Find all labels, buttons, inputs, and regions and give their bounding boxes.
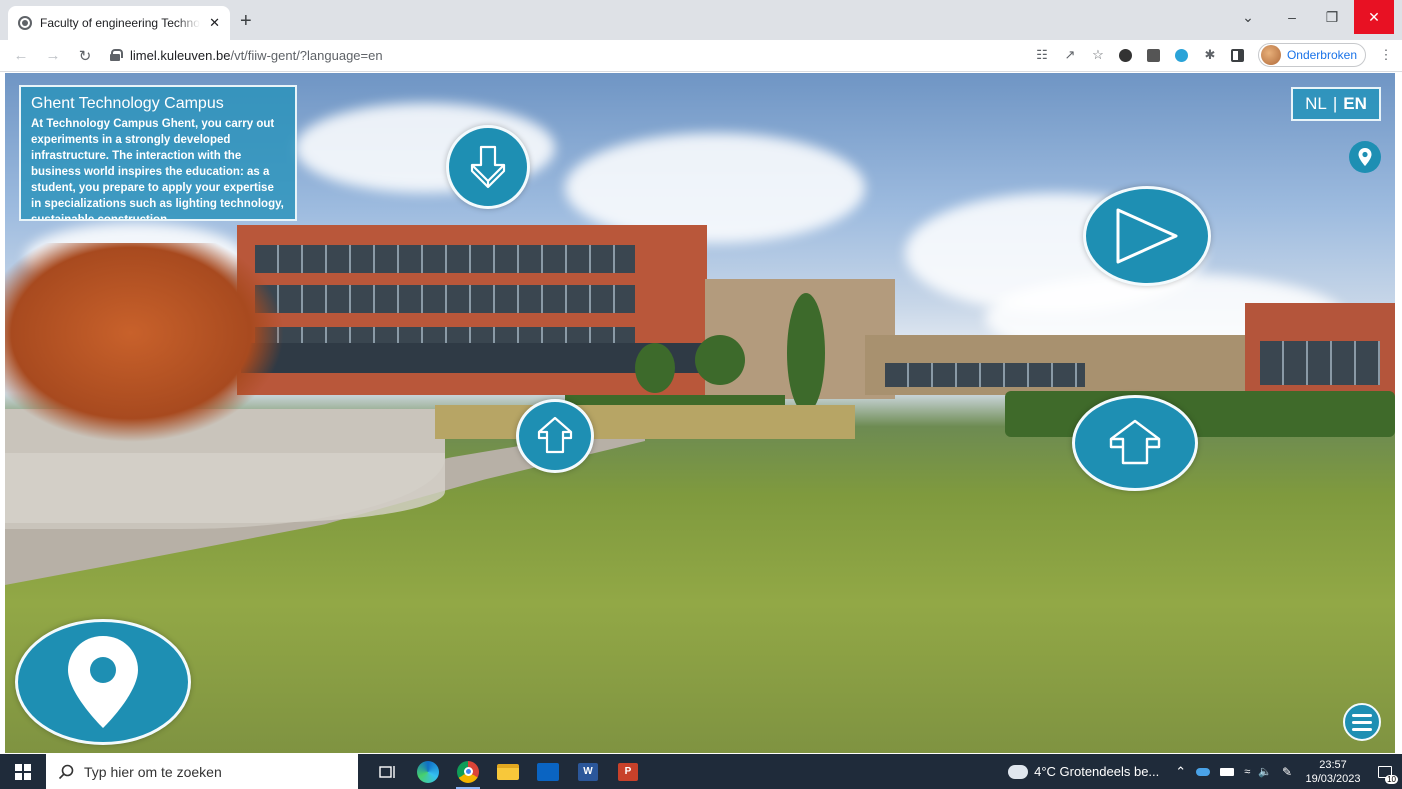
browser-tab-bar: Faculty of engineering Technology ✕ + ⌄ … [0, 0, 1402, 40]
panorama-viewport[interactable]: Ghent Technology Campus At Technology Ca… [5, 73, 1395, 753]
new-tab-button[interactable]: + [240, 10, 252, 33]
weather-icon[interactable] [1008, 764, 1029, 779]
wifi-icon[interactable]: ≈ [1244, 766, 1250, 778]
avatar [1260, 45, 1281, 65]
pen-icon[interactable]: ✎ [1282, 765, 1292, 779]
globe-icon [18, 16, 32, 30]
hotspot-down-arrow-icon[interactable] [446, 125, 530, 209]
tab-close-button[interactable]: ✕ [209, 15, 220, 31]
extension-icon[interactable] [1174, 47, 1190, 63]
volume-icon[interactable]: 🔈 [1258, 765, 1272, 778]
language-en-button[interactable]: EN [1343, 94, 1367, 114]
lawn-back [435, 405, 855, 439]
more-menu-icon[interactable]: ⋮ [1378, 47, 1394, 63]
rust-sculpture [5, 243, 285, 443]
extension-icon[interactable] [1146, 47, 1162, 63]
powerpoint-icon[interactable]: P [608, 754, 648, 789]
battery-icon[interactable] [1220, 767, 1235, 776]
windows-start-button[interactable] [0, 754, 46, 789]
search-icon [58, 764, 74, 779]
back-button[interactable]: ← [10, 47, 32, 64]
outlook-icon[interactable] [528, 754, 568, 789]
hotspot-up-arrow-icon[interactable] [516, 399, 594, 473]
info-panel: Ghent Technology Campus At Technology Ca… [19, 85, 297, 221]
onedrive-icon[interactable] [1196, 767, 1211, 776]
browser-tab[interactable]: Faculty of engineering Technology ✕ [8, 6, 230, 40]
side-panel-icon[interactable] [1230, 47, 1246, 63]
building-windows [255, 285, 635, 313]
translate-icon[interactable]: ☷ [1034, 47, 1050, 63]
hotspot-up-arrow-icon[interactable] [1072, 395, 1198, 491]
extension-icon[interactable] [1118, 47, 1134, 63]
tab-search-button[interactable]: ⌄ [1228, 0, 1268, 34]
building-windows [1260, 341, 1380, 385]
system-tray: 4°C Grotendeels be... ⌃ ≈ 🔈 ✎ 23:57 19/0… [1008, 754, 1402, 789]
notification-count: 10 [1385, 775, 1398, 784]
word-icon[interactable]: W [568, 754, 608, 789]
restore-button[interactable]: ❐ [1312, 0, 1352, 34]
location-pin-icon[interactable] [1349, 141, 1381, 173]
search-placeholder: Typ hier om te zoeken [84, 763, 222, 780]
windows-logo-icon [15, 763, 31, 780]
plaza-wall [5, 453, 445, 523]
clock-date: 19/03/2023 [1305, 772, 1361, 785]
bookmark-star-icon[interactable]: ☆ [1090, 47, 1106, 63]
reload-button[interactable]: ↻ [74, 47, 96, 65]
chrome-browser-icon[interactable] [448, 754, 488, 789]
taskbar-clock[interactable]: 23:57 19/03/2023 [1298, 758, 1368, 786]
hedge [1005, 391, 1395, 437]
share-icon[interactable]: ↗ [1062, 47, 1078, 63]
url-text: limel.kuleuven.be/vt/fiiw-gent/?language… [130, 48, 383, 63]
close-window-button[interactable]: ✕ [1354, 0, 1394, 34]
tree [635, 343, 675, 393]
clock-time: 23:57 [1319, 758, 1347, 771]
language-separator: | [1332, 94, 1338, 113]
tree [695, 335, 745, 385]
taskbar-search-box[interactable]: Typ hier om te zoeken [46, 754, 358, 789]
info-description: At Technology Campus Ghent, you carry ou… [31, 118, 284, 221]
profile-name: Onderbroken [1286, 48, 1357, 62]
puzzle-icon[interactable]: ✱ [1202, 47, 1218, 63]
chevron-up-icon[interactable]: ⌃ [1175, 764, 1186, 780]
hamburger-menu-icon[interactable] [1343, 703, 1381, 741]
map-pin-icon[interactable] [15, 619, 191, 745]
building-windows [255, 245, 635, 273]
file-explorer-icon[interactable] [488, 754, 528, 789]
info-title: Ghent Technology Campus [31, 95, 224, 112]
language-switch: NL | EN [1291, 87, 1381, 121]
windows-taskbar: Typ hier om te zoeken W P 4°C Grotendeel… [0, 754, 1402, 789]
task-view-icon[interactable] [368, 754, 408, 789]
profile-button[interactable]: Onderbroken [1257, 43, 1366, 67]
edge-browser-icon[interactable] [408, 754, 448, 789]
minimize-button[interactable]: – [1272, 0, 1312, 34]
notifications-icon[interactable]: 10 [1368, 754, 1402, 789]
forward-button[interactable]: → [42, 47, 64, 64]
building-windows [885, 363, 1085, 387]
play-button-icon[interactable] [1083, 186, 1211, 286]
lock-icon[interactable] [110, 49, 123, 61]
toolbar-icons: ☷ ↗ ☆ ✱ Onderbroken ⋮ [1034, 43, 1394, 67]
language-nl-button[interactable]: NL [1305, 94, 1327, 114]
tree [787, 293, 825, 413]
url-host: limel.kuleuven.be [130, 47, 231, 63]
weather-text[interactable]: 4°C Grotendeels be... [1034, 764, 1159, 779]
tab-title: Faculty of engineering Technology [40, 16, 200, 30]
url-path: /vt/fiiw-gent/?language=en [230, 47, 383, 63]
